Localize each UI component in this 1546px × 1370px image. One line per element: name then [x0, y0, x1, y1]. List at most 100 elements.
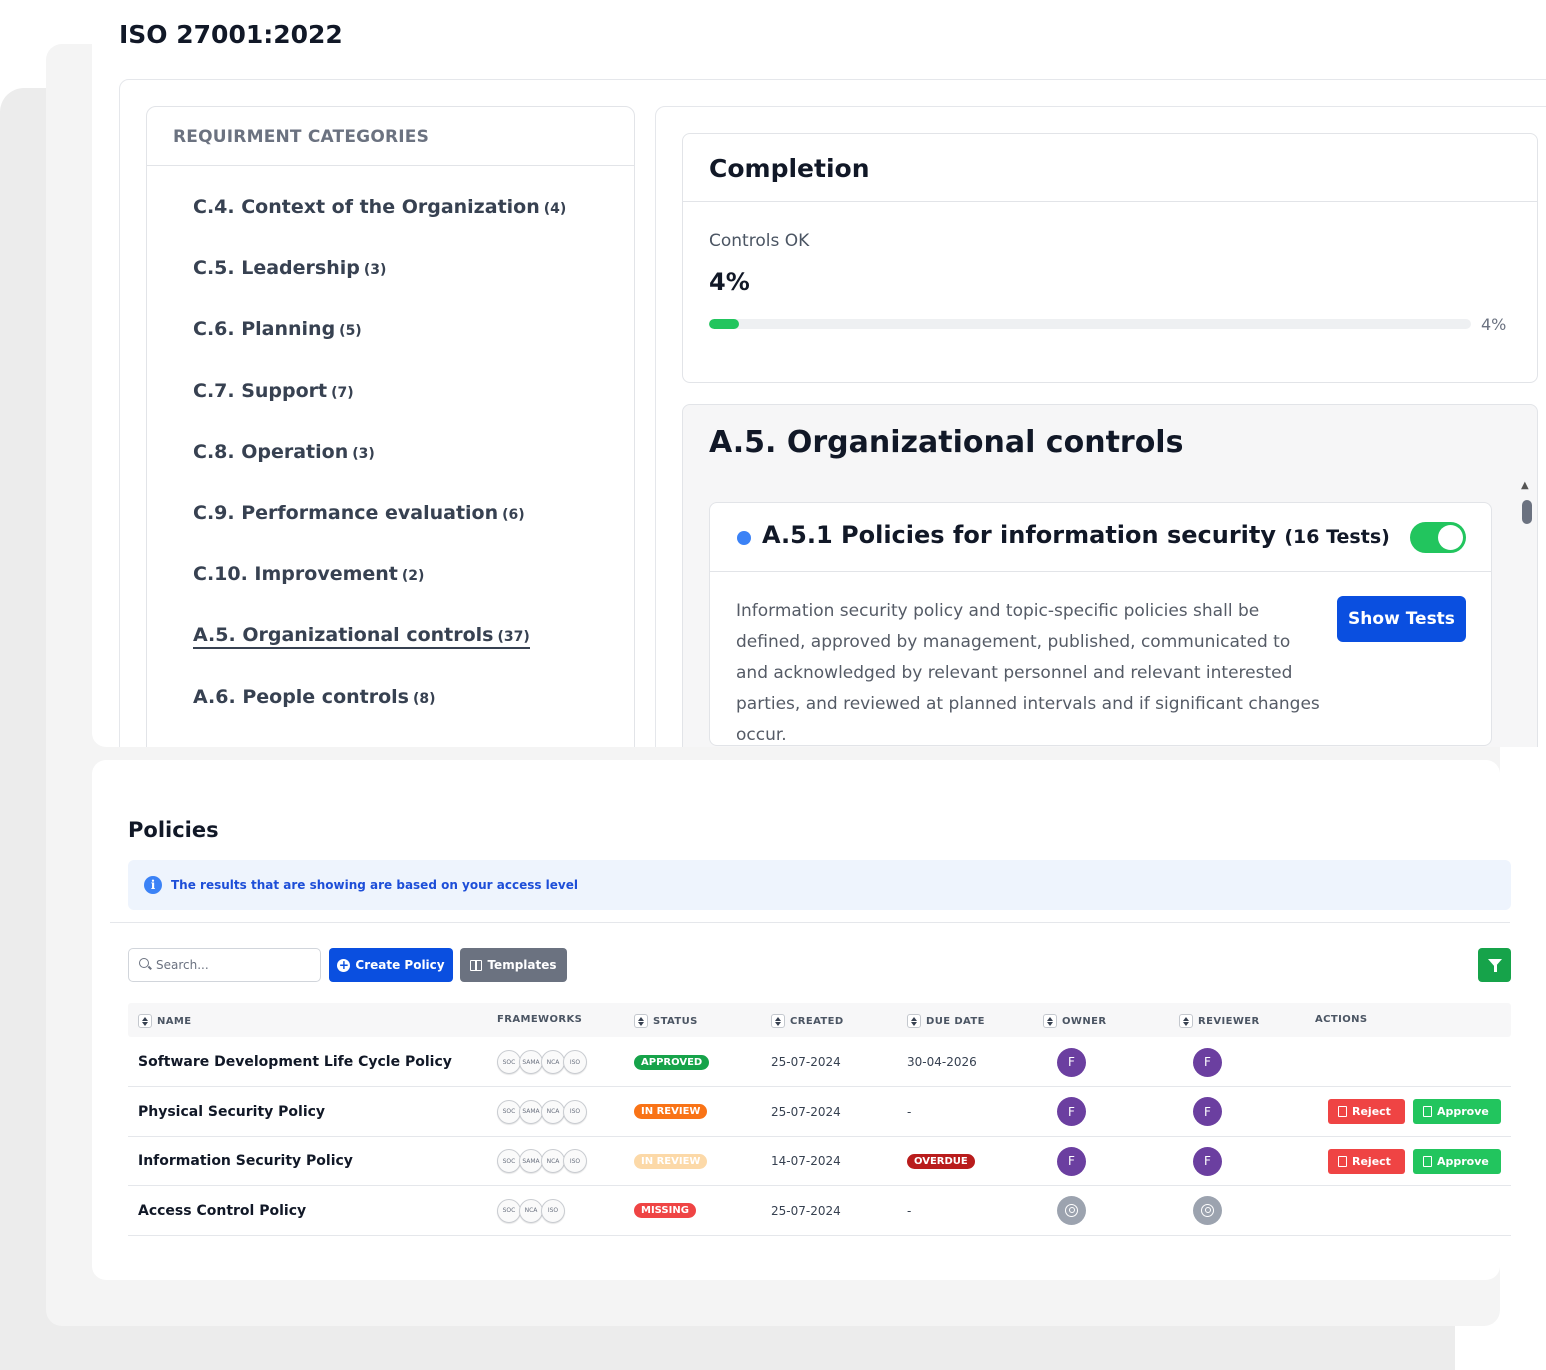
created-date: 25-07-2024 [771, 1203, 841, 1218]
category-item[interactable]: C.4. Context of the Organization (4) [193, 196, 566, 218]
reviewer-avatar[interactable]: F [1193, 1097, 1222, 1126]
document-icon [1338, 1106, 1347, 1117]
sort-icon[interactable] [907, 1014, 921, 1028]
owner-avatar[interactable]: F [1057, 1097, 1086, 1126]
reviewer-avatar[interactable] [1193, 1196, 1222, 1225]
category-item[interactable]: C.8. Operation (3) [193, 441, 375, 463]
approve-label: Approve [1437, 1105, 1489, 1118]
progress-percent: 4% [1481, 315, 1507, 334]
templates-button[interactable]: Templates [460, 948, 567, 982]
sort-icon[interactable] [634, 1014, 648, 1028]
reviewer-avatar[interactable]: F [1193, 1146, 1222, 1176]
sort-icon[interactable] [1179, 1014, 1193, 1028]
policy-name[interactable]: Access Control Policy [138, 1186, 306, 1236]
categories-panel: REQUIRMENT CATEGORIES C.4. Context of th… [146, 106, 635, 747]
column-header-owner[interactable]: OWNER [1043, 1014, 1106, 1028]
category-label: C.6. Planning [193, 318, 336, 341]
framework-badge: SOC [497, 1050, 521, 1074]
user-icon [1065, 1204, 1078, 1217]
column-header-frameworks: FRAMEWORKS [497, 1014, 583, 1025]
status-badge: MISSING [634, 1203, 696, 1218]
column-header-name[interactable]: NAME [138, 1014, 192, 1028]
category-item[interactable]: C.10. Improvement (2) [193, 563, 424, 585]
templates-label: Templates [487, 958, 557, 972]
table-row[interactable]: Physical Security Policy SOC SAMA NCA ISO IN … [128, 1087, 1511, 1137]
table-row[interactable]: Information Security Policy SOC SAMA NCA ISO… [128, 1136, 1511, 1186]
category-item[interactable]: C.9. Performance evaluation (6) [193, 502, 525, 524]
control-card: A.5.1 Policies for information security … [709, 502, 1492, 746]
owner-avatar[interactable]: F [1057, 1146, 1086, 1176]
owner-cell: F [1057, 1037, 1086, 1087]
column-header-status[interactable]: STATUS [634, 1014, 698, 1028]
category-item[interactable]: C.6. Planning (5) [193, 318, 362, 340]
due-date: 30-04-2026 [907, 1055, 977, 1069]
framework-badge: ISO [541, 1198, 565, 1223]
framework-badge: ISO [563, 1149, 587, 1173]
control-card-header: A.5.1 Policies for information security … [710, 503, 1491, 572]
reject-button[interactable]: Reject [1328, 1099, 1405, 1124]
reviewer-cell: F [1193, 1087, 1222, 1137]
framework-badges: SOC SAMA NCA ISO [497, 1099, 587, 1124]
framework-badge: SAMA [519, 1149, 543, 1173]
framework-badge: SOC [497, 1149, 521, 1173]
reviewer-cell: F [1193, 1037, 1222, 1087]
category-label: A.6. People controls [193, 685, 409, 708]
approve-button[interactable]: Approve [1413, 1148, 1501, 1174]
category-item[interactable]: A.6. People controls (8) [193, 686, 436, 708]
frameworks-cell: SOC SAMA NCA ISO [497, 1037, 587, 1087]
info-banner: i The results that are showing are based… [128, 860, 1511, 910]
search-input[interactable] [156, 955, 316, 975]
actions-cell: Reject Approve [1328, 1136, 1501, 1186]
owner-avatar[interactable] [1057, 1196, 1086, 1225]
document-icon [1338, 1155, 1347, 1167]
create-policy-button[interactable]: + Create Policy [329, 948, 453, 982]
control-title: A.5.1 Policies for information security … [762, 521, 1390, 549]
table-row[interactable]: Access Control Policy SOC NCA ISO MISSING 25-… [128, 1186, 1511, 1236]
reject-button[interactable]: Reject [1328, 1148, 1405, 1174]
column-header-reviewer[interactable]: REVIEWER [1179, 1014, 1260, 1028]
frameworks-cell: SOC NCA ISO [497, 1186, 565, 1236]
owner-avatar[interactable]: F [1057, 1047, 1086, 1077]
category-item[interactable]: C.5. Leadership (3) [193, 257, 386, 279]
reviewer-avatar[interactable]: F [1193, 1047, 1222, 1077]
document-icon [1423, 1106, 1432, 1117]
sort-icon[interactable] [138, 1014, 152, 1028]
category-label: C.4. Context of the Organization [193, 196, 540, 218]
info-text: The results that are showing are based o… [171, 878, 579, 892]
document-icon [1423, 1155, 1432, 1167]
category-count: (8) [412, 690, 436, 707]
control-tests-count: (16 Tests) [1284, 526, 1390, 548]
completion-progress-bar [709, 319, 1471, 329]
plus-circle-icon: + [337, 957, 351, 972]
owner-cell: F [1057, 1136, 1086, 1186]
sort-icon[interactable] [1043, 1014, 1057, 1028]
policy-name[interactable]: Physical Security Policy [138, 1087, 325, 1137]
category-item[interactable]: A.5. Organizational controls (37) [193, 624, 530, 650]
scrollbar-thumb[interactable] [1522, 500, 1532, 524]
column-header-created[interactable]: CREATED [771, 1014, 844, 1028]
progress-fill [709, 319, 740, 329]
approve-button[interactable]: Approve [1413, 1099, 1501, 1124]
status-badge: APPROVED [634, 1054, 710, 1070]
filter-button[interactable] [1478, 948, 1511, 982]
scroll-up-icon[interactable]: ▲ [1521, 480, 1529, 491]
category-count: (6) [502, 507, 525, 523]
reviewer-cell: F [1193, 1136, 1222, 1186]
completion-card: Completion Controls OK 4% 4% [682, 133, 1538, 383]
framework-badge: NCA [541, 1099, 565, 1124]
policy-name[interactable]: Software Development Life Cycle Policy [138, 1037, 452, 1087]
show-tests-button[interactable]: Show Tests [1337, 596, 1466, 642]
reject-label: Reject [1352, 1154, 1391, 1168]
framework-badges: SOC SAMA NCA ISO [497, 1050, 587, 1074]
sort-icon[interactable] [771, 1014, 785, 1028]
status-cell: APPROVED [634, 1037, 710, 1087]
category-label: C.5. Leadership [193, 257, 360, 280]
table-row[interactable]: Software Development Life Cycle Policy SO… [128, 1037, 1511, 1087]
column-header-due-date[interactable]: DUE DATE [907, 1014, 985, 1028]
status-cell: IN REVIEW [634, 1136, 708, 1186]
control-enabled-toggle[interactable] [1410, 522, 1466, 553]
reject-label: Reject [1352, 1105, 1391, 1118]
status-cell: IN REVIEW [634, 1087, 708, 1137]
category-item[interactable]: C.7. Support (7) [193, 380, 354, 402]
policy-name[interactable]: Information Security Policy [138, 1136, 353, 1186]
